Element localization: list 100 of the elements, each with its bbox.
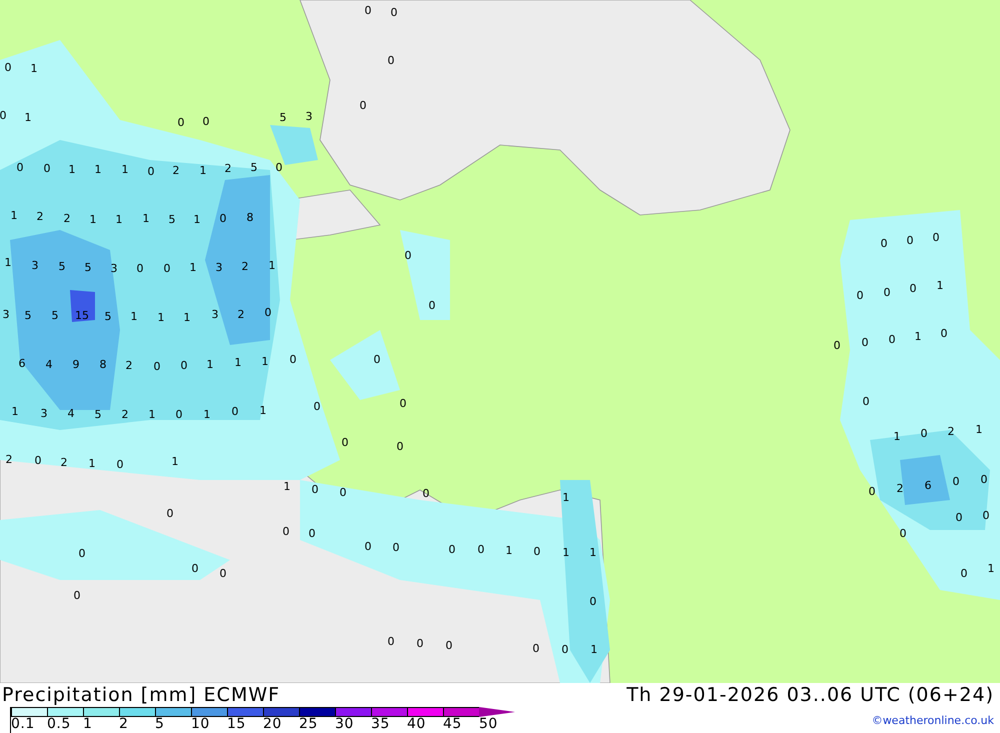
precipitation-value: 0 <box>900 527 906 540</box>
legend-label: 35 <box>371 717 390 732</box>
precipitation-value: 1 <box>914 330 922 343</box>
precipitation-value: 0 <box>154 360 160 373</box>
precipitation-value: 0 <box>282 525 290 538</box>
precipitation-value: 15 <box>75 309 89 322</box>
precipitation-value: 0 <box>192 562 198 575</box>
precipitation-value: 0 <box>590 595 596 608</box>
precipitation-value: 0 <box>910 282 916 295</box>
precipitation-value: 0 <box>340 486 346 499</box>
precipitation-value: 1 <box>122 163 128 176</box>
precipitation-value: 1 <box>116 213 122 226</box>
precipitation-value: 1 <box>158 311 164 324</box>
precipitation-value: 2 <box>64 212 70 225</box>
precipitation-value: 0 <box>202 115 210 128</box>
precipitation-value: 0 <box>308 527 316 540</box>
legend-label: 40 <box>407 717 426 732</box>
precipitation-value: 9 <box>72 358 80 371</box>
precipitation-value: 0 <box>34 454 42 467</box>
precipitation-value: 0 <box>0 109 6 122</box>
legend-label: 5 <box>155 717 164 732</box>
precipitation-value: 3 <box>40 407 48 420</box>
precipitation-value: 8 <box>100 358 106 371</box>
precipitation-value: 4 <box>46 358 52 371</box>
legend-label: 45 <box>443 717 462 732</box>
precipitation-value: 0 <box>534 545 540 558</box>
precipitation-value: 6 <box>18 357 26 370</box>
precipitation-value: 1 <box>184 311 190 324</box>
precipitation-value: 1 <box>206 358 214 371</box>
precipitation-value: 0 <box>16 161 24 174</box>
precipitation-value: 0 <box>404 249 412 262</box>
precipitation-value: 4 <box>68 407 74 420</box>
precipitation-value: 5 <box>94 408 102 421</box>
precipitation-value: 0 <box>166 507 174 520</box>
precipitation-value: 3 <box>110 262 118 275</box>
precipitation-value: 0 <box>980 473 988 486</box>
legend-label: 50 <box>479 717 498 732</box>
precipitation-value: 0 <box>312 483 318 496</box>
precipitation-value: 0 <box>422 487 430 500</box>
precipitation-value: 2 <box>60 456 68 469</box>
precipitation-value: 1 <box>190 261 196 274</box>
precipitation-value: 1 <box>590 643 598 656</box>
precipitation-value: 0 <box>78 547 86 560</box>
precipitation-value: 0 <box>4 61 12 74</box>
precipitation-value: 0 <box>220 567 226 580</box>
precipitation-value: 0 <box>364 540 372 553</box>
precipitation-value: 1 <box>142 212 150 225</box>
precipitation-value: 0 <box>116 458 124 471</box>
precipitation-value: 1 <box>506 544 512 557</box>
precipitation-value: 1 <box>590 546 596 559</box>
legend-label: 20 <box>263 717 282 732</box>
precipitation-value: 0 <box>940 327 948 340</box>
precipitation-value: 3 <box>32 259 38 272</box>
precipitation-value: 0 <box>880 237 888 250</box>
precipitation-value: 0 <box>428 299 436 312</box>
precipitation-value: 1 <box>234 356 242 369</box>
precipitation-value: 5 <box>168 213 176 226</box>
map-title: Precipitation [mm] ECMWF <box>2 683 282 707</box>
precipitation-value: 0 <box>164 262 170 275</box>
precipitation-value: 1 <box>94 163 102 176</box>
precipitation-value: 3 <box>2 308 10 321</box>
credit-link[interactable]: ©weatheronline.co.uk <box>872 714 994 726</box>
precipitation-value: 1 <box>262 355 268 368</box>
precipitation-value: 1 <box>200 164 206 177</box>
precipitation-value: 2 <box>36 210 44 223</box>
precipitation-value: 1 <box>976 423 982 436</box>
precipitation-value: 5 <box>250 161 258 174</box>
legend-label: 15 <box>227 717 246 732</box>
precipitation-value: 1 <box>204 408 210 421</box>
precipitation-value: 0 <box>220 212 226 225</box>
precipitation-value: 2 <box>896 482 904 495</box>
precipitation-value: 0 <box>884 286 890 299</box>
precipitation-value: 1 <box>936 279 944 292</box>
legend-label: 1 <box>83 717 92 732</box>
precipitation-value: 0 <box>982 509 990 522</box>
precipitation-value: 2 <box>224 162 232 175</box>
legend-label: 30 <box>335 717 354 732</box>
precipitation-value: 0 <box>906 234 914 247</box>
precipitation-value: 1 <box>148 408 156 421</box>
precipitation-value: 8 <box>246 211 254 224</box>
precipitation-value: 0 <box>416 637 424 650</box>
precipitation-value: 2 <box>238 308 244 321</box>
precipitation-value: 0 <box>392 541 400 554</box>
legend-label: 2 <box>119 717 128 732</box>
precipitation-value: 5 <box>24 309 32 322</box>
precipitation-value: 0 <box>446 639 452 652</box>
precipitation-value: 1 <box>130 310 138 323</box>
precipitation-value: 0 <box>178 116 184 129</box>
precipitation-value: 0 <box>232 405 238 418</box>
legend-label: 25 <box>299 717 318 732</box>
precipitation-value: 0 <box>862 336 868 349</box>
precipitation-value: 0 <box>364 4 372 17</box>
precipitation-value: 0 <box>180 359 188 372</box>
precipitation-value: 1 <box>562 491 570 504</box>
precipitation-value: 1 <box>30 62 38 75</box>
precipitation-value: 0 <box>888 333 896 346</box>
precipitation-value: 2 <box>948 425 954 438</box>
precipitation-value: 0 <box>532 642 540 655</box>
precipitation-value: 1 <box>10 209 18 222</box>
precipitation-value: 0 <box>44 162 50 175</box>
